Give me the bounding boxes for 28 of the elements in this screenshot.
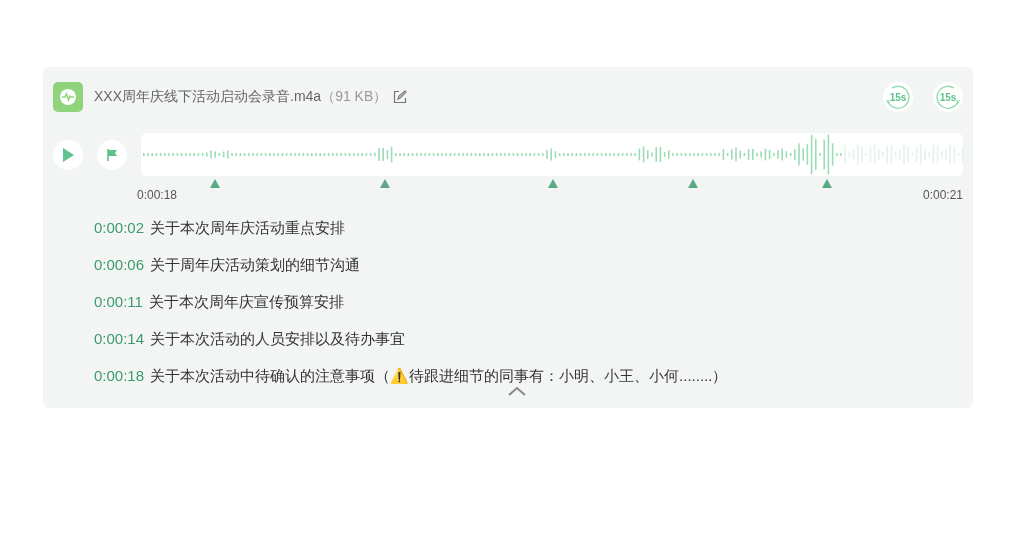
start-time: 0:00:18 [137, 188, 178, 202]
marker-icon[interactable] [380, 179, 391, 188]
skip-back-button[interactable]: 15s [883, 82, 913, 112]
marker-icon[interactable] [688, 179, 699, 188]
play-button[interactable] [53, 139, 83, 170]
file-size: （91 KB） [321, 88, 388, 106]
marker-icon[interactable] [822, 179, 833, 188]
flag-icon [105, 147, 119, 162]
segment-title: 关于本次周年庆宣传预算安排 [148, 292, 344, 312]
segment-timestamp[interactable]: 0:00:02 [94, 216, 145, 239]
file-name: XXX周年庆线下活动启动会录音.m4a [94, 88, 322, 106]
audio-file-icon [53, 82, 83, 112]
skip-forward-button[interactable]: 15s [933, 82, 963, 112]
segment-title: 关于周年庆活动策划的细节沟通 [150, 255, 361, 275]
play-icon [62, 147, 74, 162]
segment-title: 关于本次活动的人员安排以及待办事宜 [150, 329, 406, 349]
segment-timestamp[interactable]: 0:00:06 [94, 253, 145, 276]
segment-timestamp[interactable]: 0:00:11 [94, 290, 143, 313]
marker-icon[interactable] [547, 179, 558, 188]
marker-icon[interactable] [209, 179, 220, 188]
collapse-chevron-icon[interactable] [508, 386, 526, 396]
end-time: 0:00:21 [922, 188, 963, 202]
segment-title: 关于本次活动中待确认的注意事项（⚠待跟进细节的同事有：小明、小王、小何........） [150, 366, 728, 386]
edit-icon[interactable] [393, 90, 408, 104]
segment-title: 关于本次周年庆活动重点安排 [150, 218, 346, 238]
segment-timestamp[interactable]: 0:00:18 [94, 364, 145, 387]
segment-timestamp[interactable]: 0:00:14 [94, 327, 145, 350]
flag-button[interactable] [97, 139, 127, 170]
